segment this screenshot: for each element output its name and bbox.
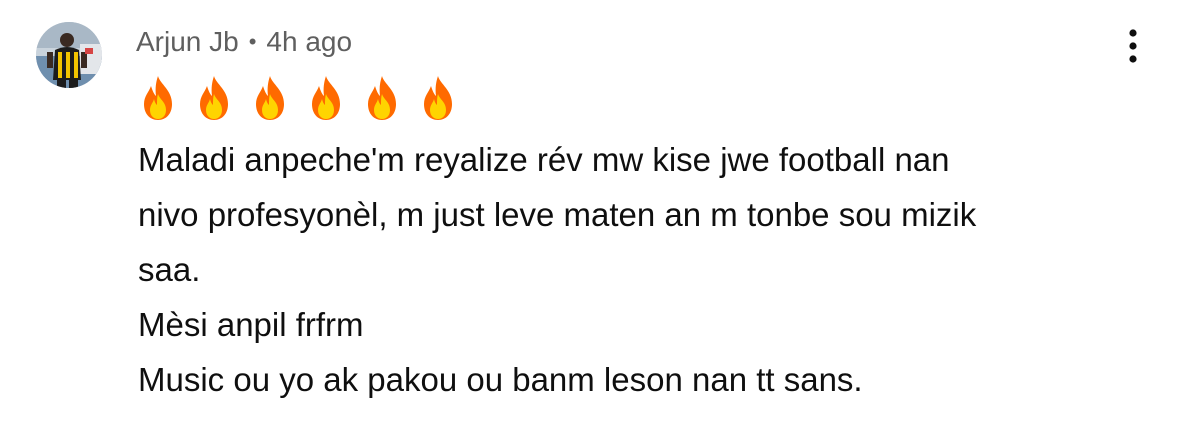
meta-separator: • (248, 29, 257, 54)
author-name[interactable]: Arjun Jb (136, 26, 239, 58)
comment-text: Maladi anpeche'm reyalize rév mw kise jw… (138, 132, 1138, 407)
avatar-image (36, 22, 102, 88)
comment: Arjun Jb • 4h ago Maladi anpeche'm reyal… (0, 0, 1200, 443)
comment-text-line: Mèsi anpil frfrm (138, 306, 364, 343)
fire-emoji-icon (424, 76, 452, 120)
fire-emoji-icon (312, 76, 340, 120)
user-avatar[interactable] (36, 22, 102, 88)
more-vert-icon (1129, 29, 1137, 63)
comment-time[interactable]: 4h ago (266, 26, 352, 58)
comment-text-line: nivo profesyonèl, m just leve maten an m… (138, 196, 977, 233)
fire-emoji-icon (144, 76, 172, 120)
fire-emoji-row (138, 74, 458, 122)
comment-text-line: Music ou yo ak pakou ou banm leson nan t… (138, 361, 863, 398)
comment-text-line: saa. (138, 251, 201, 288)
fire-emoji-icon (368, 76, 396, 120)
fire-emoji-icon (256, 76, 284, 120)
comment-text-line: Maladi anpeche'm reyalize rév mw kise jw… (138, 141, 950, 178)
fire-emoji-icon (200, 76, 228, 120)
more-options-button[interactable] (1116, 26, 1150, 66)
comment-meta: Arjun Jb • 4h ago (136, 24, 352, 60)
